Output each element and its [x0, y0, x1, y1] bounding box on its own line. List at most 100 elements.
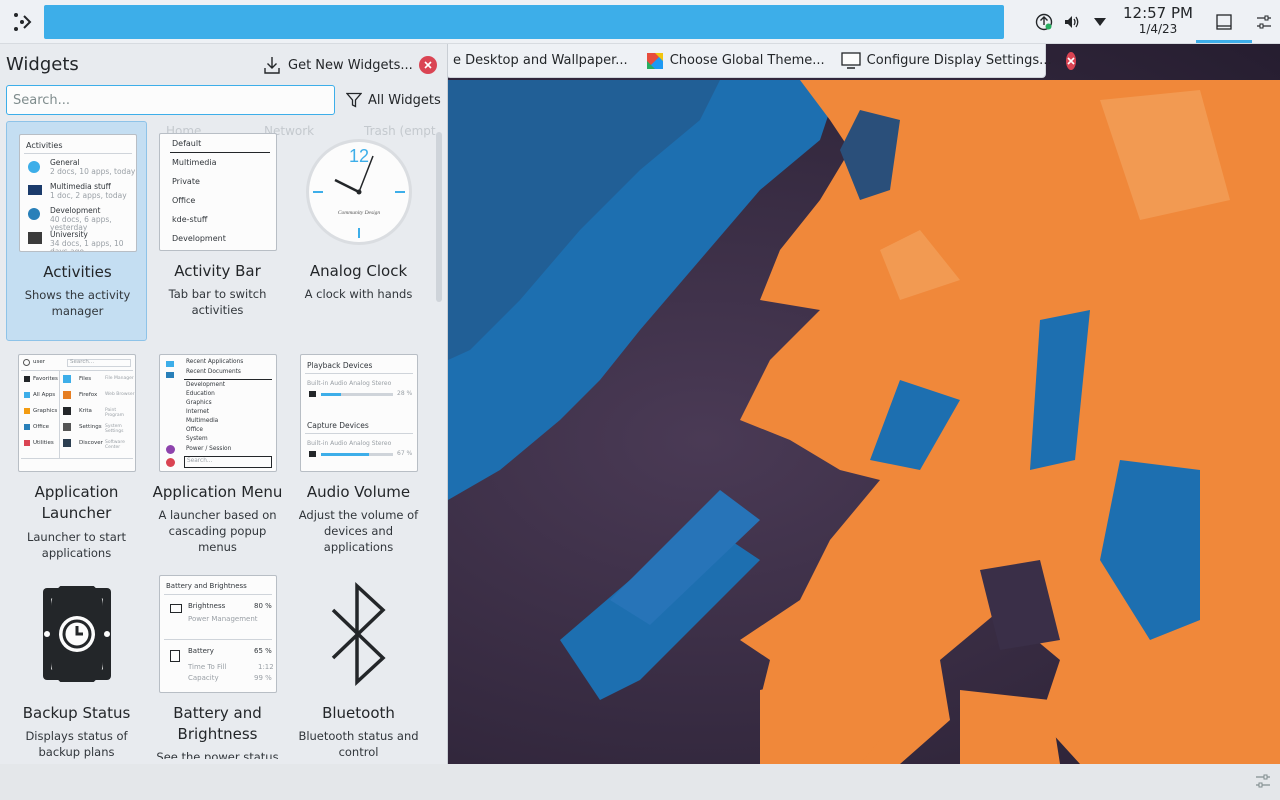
- widget-card-bluetooth[interactable]: Bluetooth Bluetooth status and control: [288, 563, 429, 759]
- widget-description: See the power status of: [156, 750, 279, 759]
- preview-text: Graphics: [33, 408, 58, 414]
- preview-text: Development: [172, 234, 226, 243]
- clock-time: 12:57 PM: [1123, 4, 1193, 22]
- preview-text: Brightness: [188, 602, 226, 610]
- preview-text: Settings: [79, 424, 102, 430]
- kde-logo-icon: [14, 13, 32, 31]
- kde-menu-button[interactable]: [6, 6, 38, 38]
- widget-grid-scrollbar[interactable]: [436, 132, 442, 302]
- preview-text: Software Center: [105, 440, 125, 450]
- preview-text: user: [33, 359, 45, 365]
- preview-text: Office: [172, 196, 196, 205]
- update-icon: [1035, 13, 1053, 31]
- backup-icon: [43, 586, 111, 682]
- widget-card-audio-volume[interactable]: Playback Devices Built-in Audio Analog S…: [288, 342, 429, 562]
- preview-text: Battery and Brightness: [166, 582, 247, 590]
- download-icon: [264, 56, 280, 74]
- widget-card-backup-status[interactable]: Backup Status Displays status of backup …: [6, 563, 147, 759]
- configure-icon: [1256, 774, 1270, 788]
- preview-text: Development: [186, 382, 226, 388]
- widget-description: Displays status of backup plans: [25, 729, 128, 759]
- get-new-widgets-label: Get New Widgets...: [288, 57, 413, 73]
- battery-brightness-preview: Battery and Brightness Brightness 80 % P…: [159, 575, 277, 693]
- widget-name: Activities: [43, 263, 112, 281]
- close-icon: [1067, 56, 1075, 65]
- capture-volume-fill: [321, 453, 370, 456]
- preview-text: Paint Program: [105, 408, 124, 418]
- preview-text: Favorites: [33, 376, 58, 382]
- bottom-panel-configure-button[interactable]: [1254, 772, 1272, 790]
- widget-card-analog-clock[interactable]: 12 Community Design Analog Clock A clock…: [288, 121, 429, 341]
- preview-text: 1 doc, 2 apps, today: [50, 191, 127, 200]
- preview-text: Built-in Audio Analog Stereo: [307, 440, 392, 447]
- global-theme-button[interactable]: Choose Global Theme...: [640, 46, 831, 76]
- widget-card-activities[interactable]: Activities General 2 docs, 10 apps, toda…: [6, 121, 147, 341]
- widget-name: Application Menu: [152, 483, 283, 501]
- widget-card-activity-bar[interactable]: Default Multimedia Private Office kde-st…: [147, 121, 288, 341]
- preview-text: 1:12: [258, 663, 274, 671]
- activity-bar-preview: Default Multimedia Private Office kde-st…: [159, 133, 277, 251]
- preview-text: Search...: [67, 359, 131, 367]
- preview-text: Activities: [26, 141, 63, 150]
- widget-grid: activities Home Network Trash (empty) Ac…: [0, 121, 436, 759]
- speaker-icon: [1065, 16, 1079, 28]
- widget-description: Bluetooth status and control: [298, 729, 419, 759]
- configure-wallpaper-label: e Desktop and Wallpaper...: [453, 53, 628, 68]
- preview-text: Discover: [79, 440, 103, 446]
- preview-text: Education: [186, 391, 215, 397]
- widgets-title: Widgets: [6, 54, 79, 75]
- preview-text: kde-stuff: [172, 215, 208, 224]
- preview-text: 2 docs, 10 apps, today: [50, 167, 136, 176]
- filter-icon: [346, 92, 362, 108]
- preview-text: Power Management: [188, 615, 258, 623]
- preview-text: Office: [33, 424, 50, 430]
- all-widgets-filter[interactable]: All Widgets: [346, 88, 441, 112]
- preview-text: General: [50, 158, 80, 167]
- widgets-close-button[interactable]: [419, 56, 437, 74]
- preview-text: Private: [172, 177, 200, 186]
- preview-text: Firefox: [79, 392, 98, 398]
- widget-description: Adjust the volume of devices and applica…: [298, 508, 419, 554]
- widget-card-application-launcher[interactable]: user Search... Favorites All Apps Graphi…: [6, 342, 147, 562]
- preview-text: File Manager: [105, 376, 134, 381]
- toolbox-close-button[interactable]: [1065, 51, 1076, 70]
- widget-name: Bluetooth: [322, 704, 395, 722]
- configure-wallpaper-button[interactable]: e Desktop and Wallpaper...: [447, 46, 634, 76]
- preview-text: 80 %: [254, 602, 272, 610]
- clock-label: Community Design: [338, 210, 381, 216]
- preview-text: Built-in Audio Analog Stereo: [307, 380, 392, 387]
- volume-tray[interactable]: [1058, 0, 1086, 44]
- widget-card-application-menu[interactable]: Recent Applications Recent Documents Dev…: [147, 342, 288, 562]
- preview-text: Battery: [188, 647, 214, 655]
- playback-volume-fill: [321, 393, 342, 396]
- close-icon: [424, 61, 432, 69]
- preview-text: System Settings: [105, 424, 124, 434]
- bluetooth-preview: [300, 575, 418, 693]
- analog-clock-icon: 12 Community Design: [306, 139, 412, 245]
- activity-icon: [28, 232, 42, 244]
- widget-description: Launcher to start applications: [26, 530, 127, 560]
- get-new-widgets-button[interactable]: Get New Widgets...: [258, 52, 419, 78]
- theme-icon: [646, 52, 664, 70]
- preview-text: 65 %: [254, 647, 272, 655]
- tray-expander[interactable]: [1086, 0, 1114, 44]
- widget-card-battery-brightness[interactable]: Battery and Brightness Brightness 80 % P…: [147, 563, 288, 759]
- widget-description: A clock with hands: [304, 287, 413, 301]
- preview-text: Search...: [184, 456, 272, 468]
- application-menu-preview: Recent Applications Recent Documents Dev…: [159, 354, 277, 472]
- preview-text: Internet: [186, 409, 210, 415]
- widget-name: Analog Clock: [309, 262, 408, 280]
- widget-name: Audio Volume: [306, 483, 411, 501]
- preview-text: Capture Devices: [307, 421, 369, 430]
- widget-description: Tab bar to switch activities: [168, 287, 267, 317]
- digital-clock[interactable]: 12:57 PM 1/4/23: [1118, 4, 1198, 36]
- show-desktop-button[interactable]: [1210, 8, 1238, 36]
- preview-text: Krita: [79, 408, 92, 414]
- panel-configure-button[interactable]: [1252, 8, 1276, 36]
- display-settings-button[interactable]: Configure Display Settings...: [835, 46, 1058, 76]
- widget-search-input[interactable]: [6, 85, 335, 115]
- preview-text: Multimedia stuff: [50, 182, 111, 191]
- panel-edit-area[interactable]: [44, 5, 1004, 39]
- updates-tray[interactable]: [1030, 0, 1058, 44]
- configure-icon: [1257, 15, 1271, 29]
